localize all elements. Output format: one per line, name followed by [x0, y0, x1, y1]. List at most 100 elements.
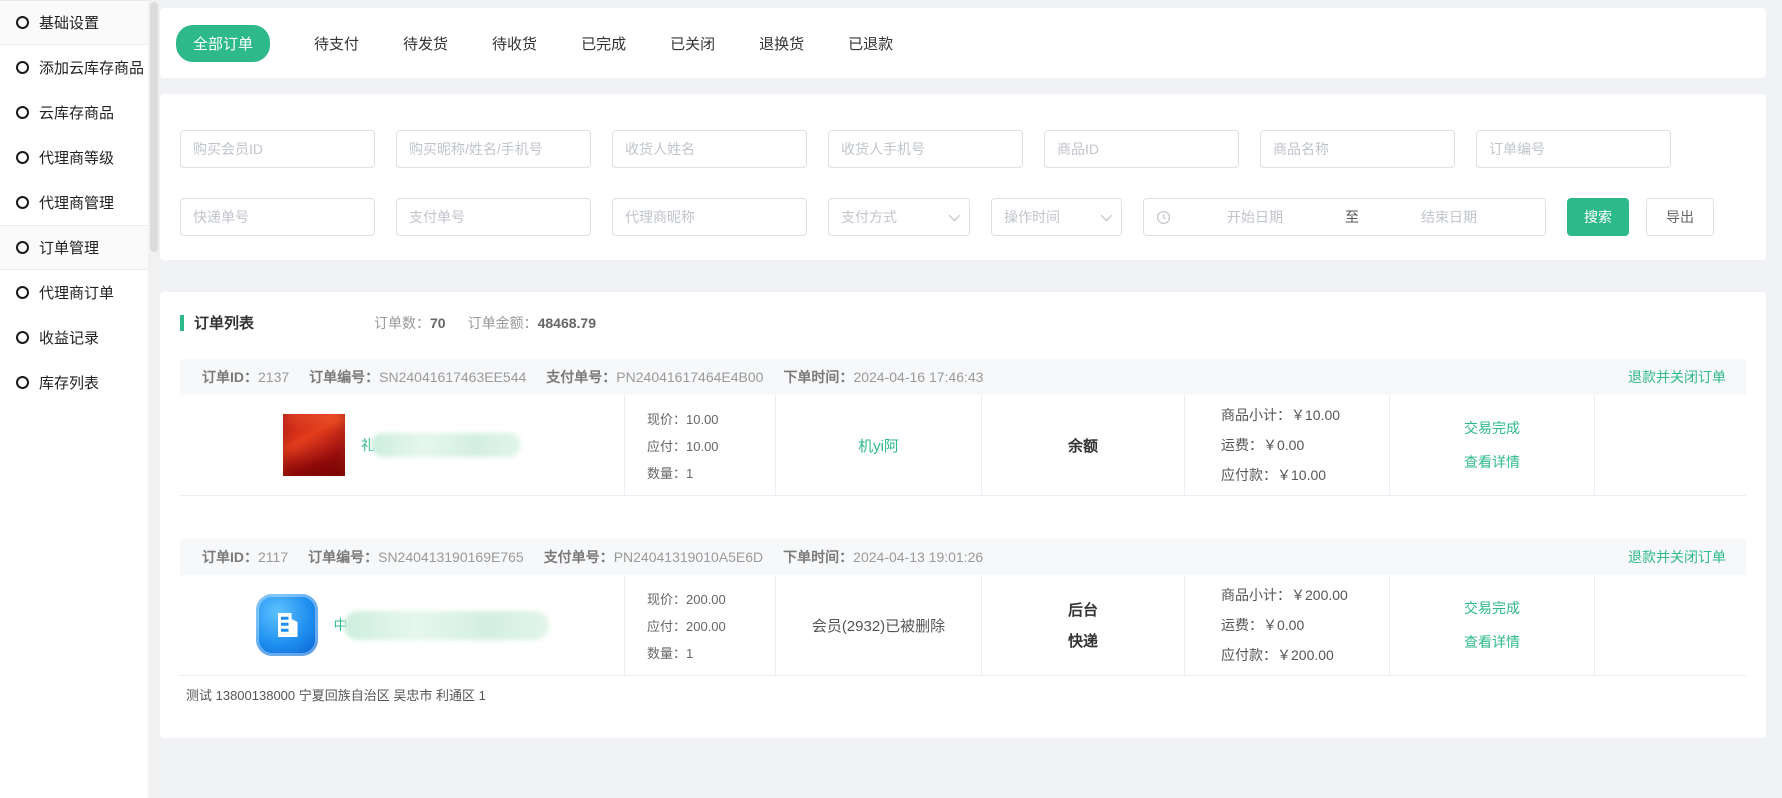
buyer-member-id-input[interactable]: [180, 130, 375, 168]
chevron-down-icon: [949, 210, 960, 221]
payment-method-select[interactable]: 支付方式: [828, 198, 970, 236]
tab-pending-payment[interactable]: 待支付: [314, 33, 359, 54]
sidebar-item-add-cloud-stock-product[interactable]: 添加云库存商品: [0, 45, 148, 90]
order-header: 订单ID：2117 订单编号：SN240413190169E765 支付单号：P…: [180, 539, 1746, 575]
scrollbar-thumb[interactable]: [150, 2, 158, 252]
product-name-input[interactable]: [1260, 130, 1455, 168]
order-row-2137: 订单ID：2137 订单编号：SN24041617463EE544 支付单号：P…: [180, 359, 1746, 511]
order-status-tabs: 全部订单 待支付 待发货 待收货 已完成 已关闭 退换货 已退款: [176, 25, 893, 62]
export-button[interactable]: 导出: [1646, 198, 1714, 236]
sidebar-item-order-management[interactable]: 订单管理: [0, 225, 148, 270]
order-body: 中 现价：200.00 应付：200.00 数量：1 会员(2932)已被删除 …: [180, 575, 1746, 675]
sidebar-item-earnings-records[interactable]: 收益记录: [0, 315, 148, 360]
sidebar-item-label: 基础设置: [39, 12, 99, 33]
product-name: 礼: [361, 433, 521, 457]
agent-nickname-input[interactable]: [612, 198, 807, 236]
search-button[interactable]: 搜索: [1567, 198, 1629, 236]
circle-icon: [16, 241, 29, 254]
view-details-link[interactable]: 查看详情: [1464, 452, 1520, 472]
order-time: 2024-04-16 17:46:43: [853, 369, 983, 385]
tab-pending-receipt[interactable]: 待收货: [492, 33, 537, 54]
totals-cell: 商品小计：￥200.00 运费：￥0.00 应付款：￥200.00: [1185, 575, 1390, 675]
empty-cell: [1595, 575, 1746, 675]
date-range-separator: 至: [1339, 207, 1365, 227]
product-id-input[interactable]: [1044, 130, 1239, 168]
order-list-card: 订单列表 订单数：70 订单金额：48468.79 订单ID：2137 订单编号…: [160, 292, 1766, 738]
order-sn: SN24041617463EE544: [379, 369, 526, 385]
order-id: 2137: [258, 369, 289, 385]
buyer-deleted-label: 会员(2932)已被删除: [812, 615, 945, 636]
order-sn-input[interactable]: [1476, 130, 1671, 168]
start-date-placeholder[interactable]: 开始日期: [1171, 207, 1339, 227]
sidebar-item-label: 库存列表: [39, 372, 99, 393]
buyer-cell: 机yi阿: [776, 395, 982, 495]
sidebar-scrollbar[interactable]: [148, 0, 160, 798]
circle-icon: [16, 376, 29, 389]
sidebar-item-stock-list[interactable]: 库存列表: [0, 360, 148, 405]
buyer-cell: 会员(2932)已被删除: [776, 575, 982, 675]
sidebar-item-agent-orders[interactable]: 代理商订单: [0, 270, 148, 315]
order-meta: 订单ID：2137 订单编号：SN24041617463EE544 支付单号：P…: [202, 367, 983, 387]
totals-cell: 商品小计：￥10.00 运费：￥0.00 应付款：￥10.00: [1185, 395, 1390, 495]
product-cell: 礼: [180, 395, 625, 495]
sidebar-item-label: 云库存商品: [39, 102, 114, 123]
order-header: 订单ID：2137 订单编号：SN24041617463EE544 支付单号：P…: [180, 359, 1746, 395]
redacted-product-name: [371, 433, 521, 457]
tab-closed[interactable]: 已关闭: [670, 33, 715, 54]
order-list-header: 订单列表 订单数：70 订单金额：48468.79: [180, 312, 1746, 333]
payment-sn: PN24041319010A5E6D: [614, 549, 763, 565]
tab-pending-shipment[interactable]: 待发货: [403, 33, 448, 54]
order-time: 2024-04-13 19:01:26: [853, 549, 983, 565]
tab-returns[interactable]: 退换货: [759, 33, 804, 54]
consignee-name-input[interactable]: [612, 130, 807, 168]
order-id: 2117: [258, 549, 288, 565]
sidebar-item-label: 代理商等级: [39, 147, 114, 168]
tracking-number-input[interactable]: [180, 198, 375, 236]
refund-and-close-link[interactable]: 退款并关闭订单: [1628, 367, 1726, 387]
order-meta: 订单ID：2117 订单编号：SN240413190169E765 支付单号：P…: [202, 547, 983, 567]
status-actions-cell: 交易完成 查看详情: [1390, 575, 1595, 675]
order-body: 礼 现价：10.00 应付：10.00 数量：1 机yi阿 余额: [180, 395, 1746, 495]
tab-all-orders[interactable]: 全部订单: [176, 25, 270, 62]
date-range-picker[interactable]: 开始日期 至 结束日期: [1143, 198, 1546, 236]
view-details-link[interactable]: 查看详情: [1464, 632, 1520, 652]
trade-complete-status: 交易完成: [1464, 418, 1520, 438]
product-image: [256, 594, 318, 656]
sidebar-item-agent-levels[interactable]: 代理商等级: [0, 135, 148, 180]
filter-row-2: 支付方式 操作时间 开始日期 至 结束日期 搜索 导出: [180, 198, 1746, 236]
refund-and-close-link[interactable]: 退款并关闭订单: [1628, 547, 1726, 567]
end-date-placeholder[interactable]: 结束日期: [1365, 207, 1533, 227]
payment-sn-input[interactable]: [396, 198, 591, 236]
payment-sn: PN24041617464E4B00: [616, 369, 763, 385]
order-list-title: 订单列表: [194, 312, 254, 333]
clock-icon: [1156, 210, 1171, 225]
sidebar-item-label: 订单管理: [39, 237, 99, 258]
order-row-2117: 订单ID：2117 订单编号：SN240413190169E765 支付单号：P…: [180, 539, 1746, 713]
price-cell: 现价：10.00 应付：10.00 数量：1: [625, 395, 776, 495]
sidebar-item-cloud-stock-products[interactable]: 云库存商品: [0, 90, 148, 135]
title-accent-bar: [180, 315, 184, 331]
order-list-stats: 订单数：70 订单金额：48468.79: [374, 313, 596, 333]
trade-complete-status: 交易完成: [1464, 598, 1520, 618]
empty-cell: [1595, 395, 1746, 495]
order-management-page: 基础设置 添加云库存商品 云库存商品 代理商等级 代理商管理 订单管理 代理商订…: [0, 0, 1782, 798]
order-amount: 订单金额：48468.79: [468, 313, 596, 333]
sidebar-item-agent-management[interactable]: 代理商管理: [0, 180, 148, 225]
product-image: [283, 414, 345, 476]
redacted-product-name: [344, 611, 549, 640]
tab-completed[interactable]: 已完成: [581, 33, 626, 54]
search-filters-card: 支付方式 操作时间 开始日期 至 结束日期 搜索 导出: [160, 94, 1766, 260]
circle-icon: [16, 61, 29, 74]
main-content: 全部订单 待支付 待发货 待收货 已完成 已关闭 退换货 已退款: [160, 0, 1766, 798]
buyer-nickname-input[interactable]: [396, 130, 591, 168]
circle-icon: [16, 196, 29, 209]
operation-time-select[interactable]: 操作时间: [991, 198, 1122, 236]
sidebar-item-label: 收益记录: [39, 327, 99, 348]
consignee-phone-input[interactable]: [828, 130, 1023, 168]
product-name: 中: [334, 611, 549, 640]
payment-method-cell: 后台 快递: [982, 575, 1185, 675]
circle-icon: [16, 16, 29, 29]
sidebar-item-basic-settings[interactable]: 基础设置: [0, 0, 148, 45]
buyer-nickname: 机yi阿: [858, 435, 899, 456]
tab-refunded[interactable]: 已退款: [848, 33, 893, 54]
